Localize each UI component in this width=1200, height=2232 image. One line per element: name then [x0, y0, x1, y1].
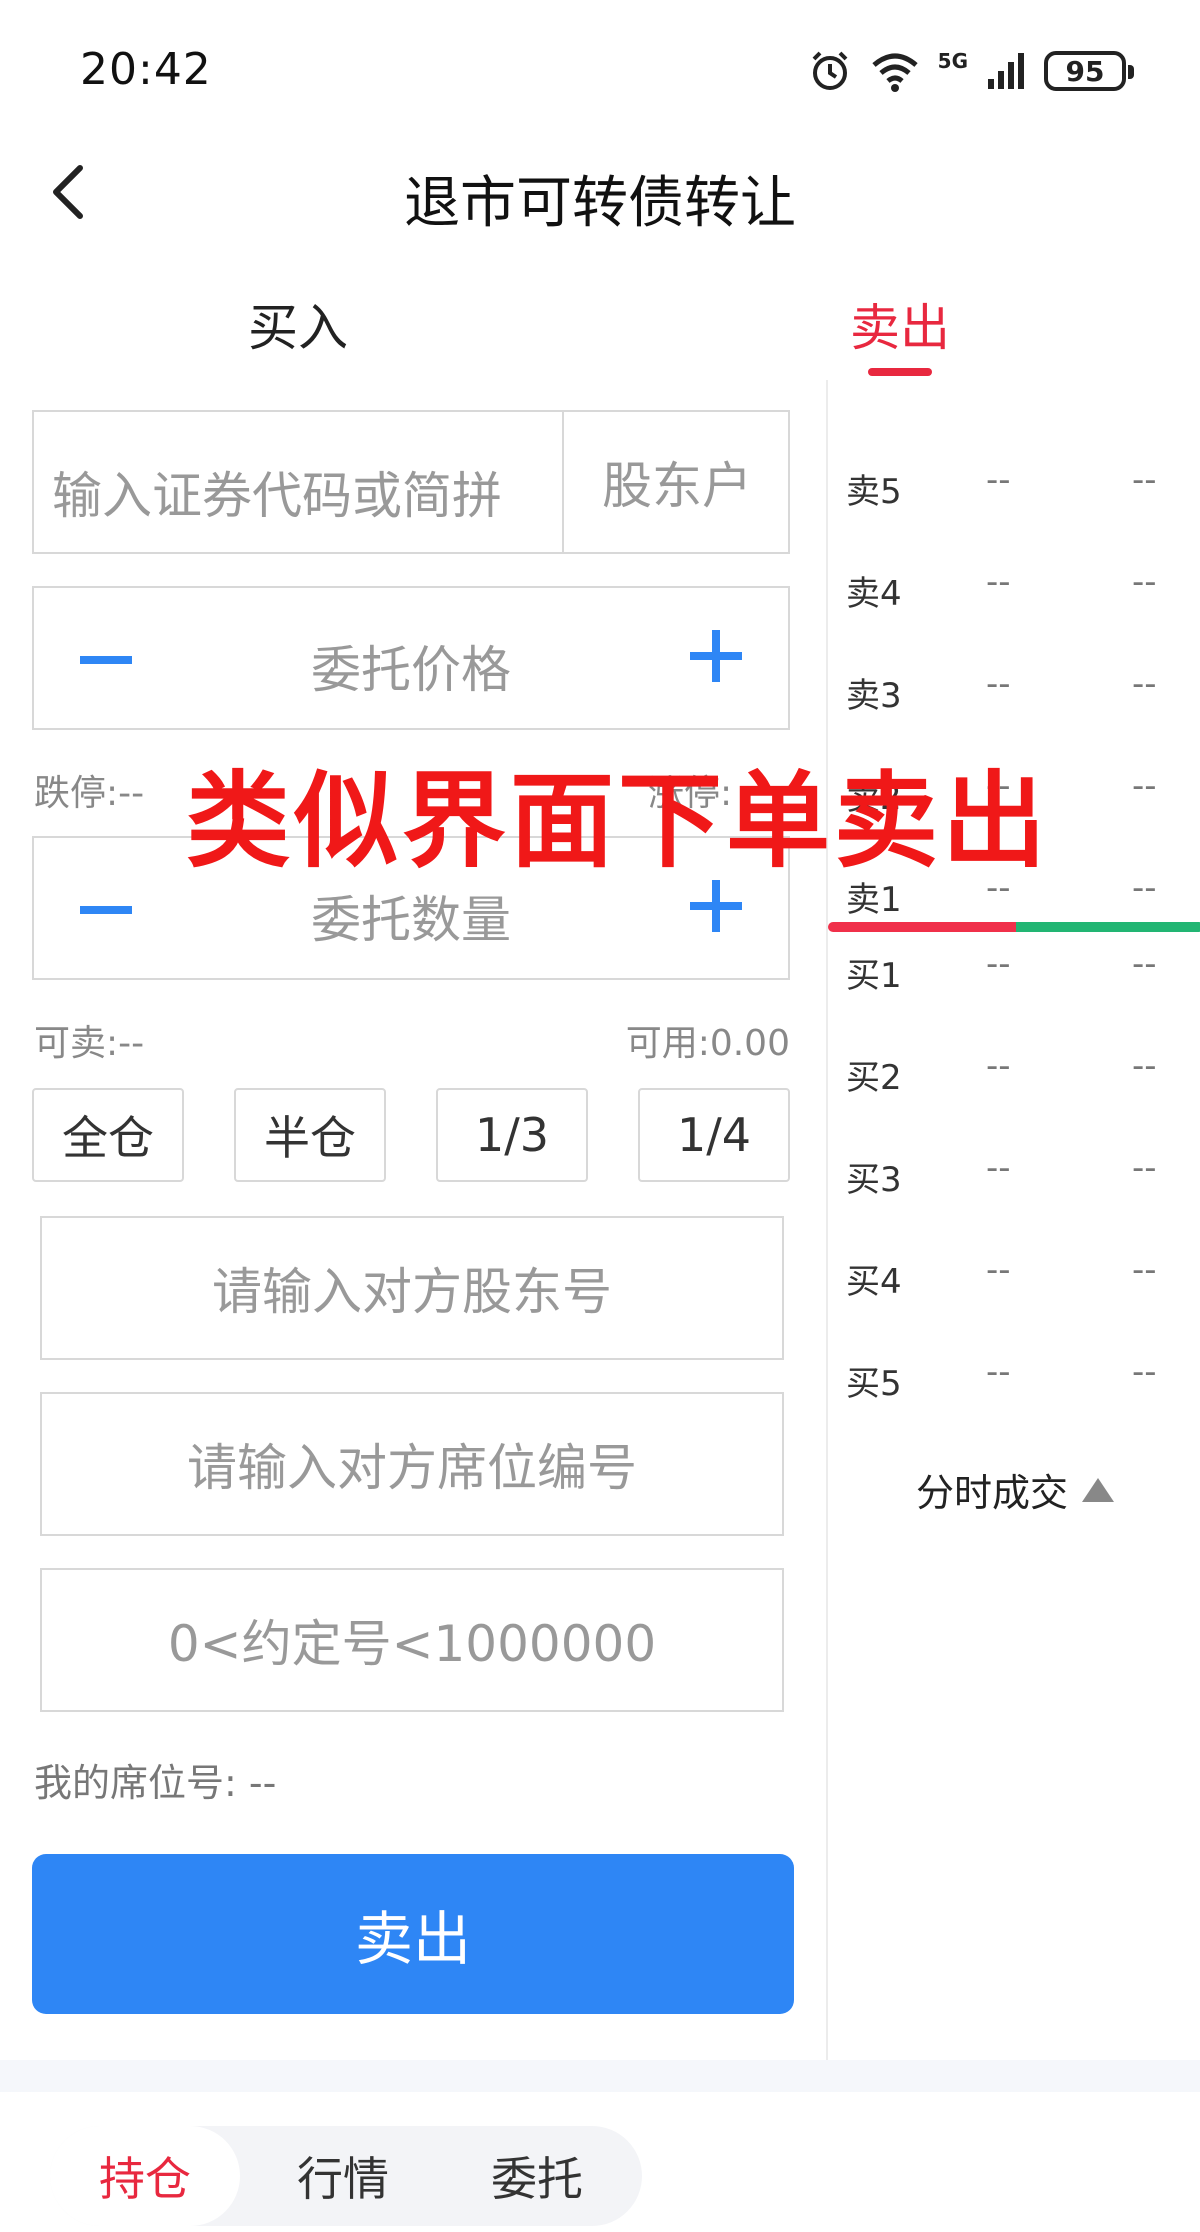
order-volume: -- [1132, 664, 1157, 704]
order-price: -- [986, 1352, 1011, 1392]
order-volume: -- [1132, 1352, 1157, 1392]
sell-volume-bar [828, 922, 1018, 932]
order-price: -- [986, 562, 1011, 602]
time-sales-label: 分时成交 [916, 1471, 1069, 1515]
order-book-row-buy1: 买1 -- -- [846, 940, 1186, 1000]
order-level: 买5 [846, 1364, 902, 1404]
bottom-separator [0, 2060, 1200, 2092]
sellable-label: 可卖:-- [34, 1023, 145, 1064]
time-sales-toggle[interactable]: 分时成交 [916, 1462, 1116, 1517]
network-type: 5G [937, 49, 968, 73]
status-icons: 5G 95 [808, 48, 1134, 94]
quick-third-button[interactable]: 1/3 [436, 1088, 588, 1182]
order-price: -- [986, 460, 1011, 500]
tab-buy[interactable]: 买入 [248, 288, 348, 360]
tab-market[interactable]: 行情 [248, 2126, 438, 2226]
sell-submit-button[interactable]: 卖出 [32, 1854, 794, 2014]
my-seat-value: -- [248, 1761, 277, 1805]
order-book-row-buy2: 买2 -- -- [846, 1042, 1186, 1102]
buy-volume-bar [1016, 922, 1200, 932]
my-seat-label: 我的席位号: [34, 1761, 237, 1805]
order-level: 买3 [846, 1160, 902, 1200]
security-code-input[interactable]: 输入证券代码或简拼 [52, 456, 502, 528]
status-time: 20:42 [80, 44, 212, 95]
order-level: 买1 [846, 956, 902, 996]
tab-orders[interactable]: 委托 [442, 2126, 632, 2226]
alarm-icon [812, 51, 848, 90]
order-price: -- [986, 1046, 1011, 1086]
order-book-row-sell4: 卖4 -- -- [846, 558, 1186, 618]
available-label: 可用:0.00 [625, 1023, 790, 1064]
agreement-number-input[interactable]: 0<约定号<1000000 [40, 1568, 784, 1712]
order-book-row-sell5: 卖5 -- -- [846, 456, 1186, 516]
active-tab-indicator [868, 368, 932, 376]
order-volume: -- [1132, 868, 1157, 908]
order-volume: -- [1132, 1046, 1157, 1086]
bottom-tab-bar: 持仓 行情 委托 [50, 2126, 642, 2226]
order-level: 卖5 [846, 472, 902, 512]
quick-full-button[interactable]: 全仓 [32, 1088, 184, 1182]
triangle-up-icon [1082, 1477, 1115, 1502]
counterparty-seat-input[interactable]: 请输入对方席位编号 [40, 1392, 784, 1536]
wifi-icon [872, 53, 918, 92]
order-level: 卖4 [846, 574, 902, 614]
order-volume: -- [1132, 766, 1157, 806]
panel-divider [826, 380, 828, 2060]
security-code-field: 输入证券代码或简拼 股东户 [32, 410, 790, 554]
order-price: -- [986, 1250, 1011, 1290]
order-volume: -- [1132, 562, 1157, 602]
tab-positions[interactable]: 持仓 [50, 2126, 240, 2226]
status-bar: 20:42 5G 95 [0, 0, 1200, 140]
order-book-row-buy3: 买3 -- -- [846, 1144, 1186, 1204]
tab-sell[interactable]: 卖出 [850, 288, 950, 360]
order-price: -- [986, 664, 1011, 704]
order-price: -- [986, 1148, 1011, 1188]
order-volume: -- [1132, 1148, 1157, 1188]
order-book-row-buy4: 买4 -- -- [846, 1246, 1186, 1306]
price-stepper: 委托价格 [32, 586, 790, 730]
signal-icon [988, 53, 1024, 89]
quick-quarter-button[interactable]: 1/4 [638, 1088, 790, 1182]
limit-down-label: 跌停:-- [34, 773, 145, 814]
battery-level: 95 [1065, 54, 1105, 88]
order-level: 卖3 [846, 676, 902, 716]
order-book-row-buy5: 买5 -- -- [846, 1348, 1186, 1408]
holder-account-select[interactable]: 股东户 [564, 412, 790, 552]
counterparty-holder-input[interactable]: 请输入对方股东号 [40, 1216, 784, 1360]
page-title: 退市可转债转让 [404, 171, 796, 236]
price-input[interactable]: 委托价格 [34, 630, 788, 702]
quick-half-button[interactable]: 半仓 [234, 1088, 386, 1182]
quantity-input[interactable]: 委托数量 [34, 880, 788, 952]
price-increase-icon[interactable] [688, 628, 744, 684]
battery-icon: 95 [1044, 51, 1134, 91]
order-volume: -- [1132, 1250, 1157, 1290]
order-volume: -- [1132, 460, 1157, 500]
order-price: -- [986, 944, 1011, 984]
order-level: 买2 [846, 1058, 902, 1098]
my-seat-row: 我的席位号: -- [34, 1752, 276, 1807]
order-volume: -- [1132, 944, 1157, 984]
annotation-overlay: 类似界面下单卖出 [186, 760, 1051, 882]
order-book-row-sell3: 卖3 -- -- [846, 660, 1186, 720]
order-level: 买4 [846, 1262, 902, 1302]
